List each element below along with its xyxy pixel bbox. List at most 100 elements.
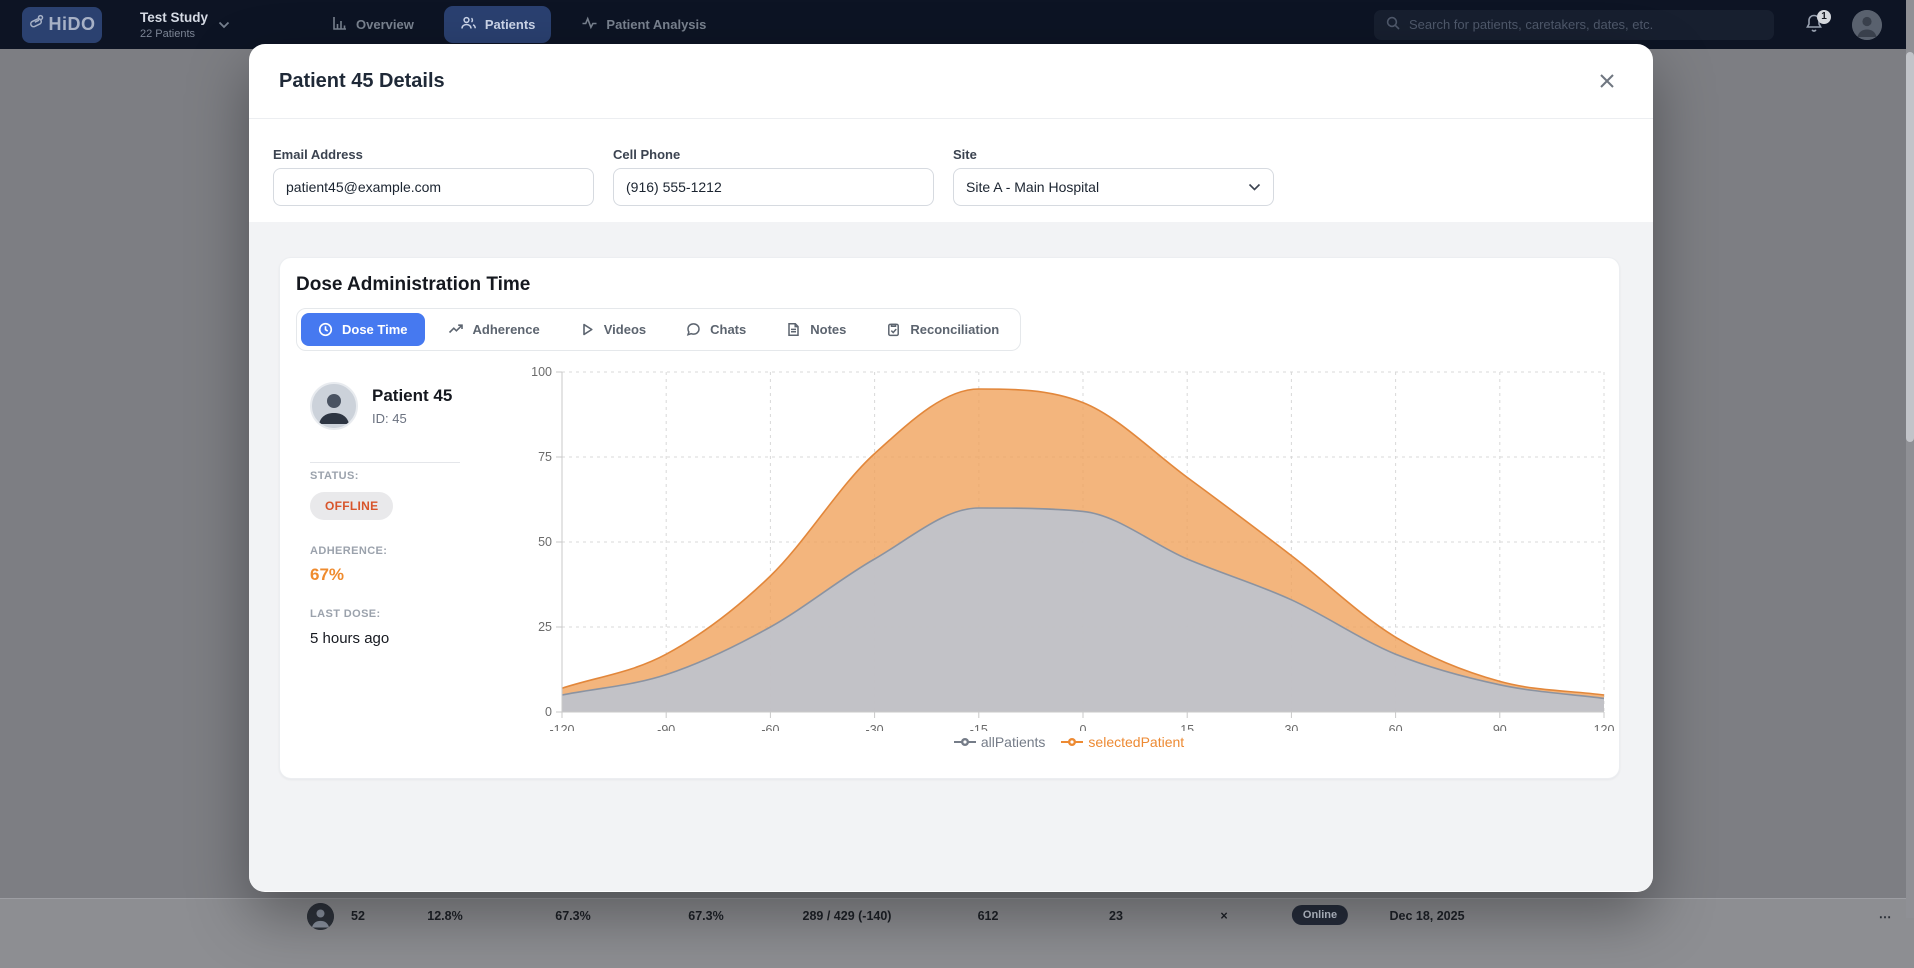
row-cell-count-2: 23 (1109, 909, 1123, 923)
patient-form: Email Address Cell Phone Site Site A - M… (249, 119, 1653, 222)
card-tab-bar: Dose Time Adherence Videos (296, 308, 1021, 351)
svg-text:30: 30 (1284, 723, 1298, 731)
page-scrollbar[interactable] (1906, 0, 1914, 918)
patient-details-modal: Patient 45 Details Email Address Cell Ph… (249, 44, 1653, 892)
search-icon (1386, 16, 1400, 33)
phone-field[interactable] (613, 168, 934, 206)
svg-text:0: 0 (1080, 723, 1087, 731)
study-patient-count: 22 Patients (140, 28, 208, 40)
svg-text:75: 75 (538, 450, 552, 464)
user-avatar[interactable] (1852, 10, 1882, 40)
person-icon (1852, 10, 1882, 40)
patient-status-badge: OFFLINE (310, 492, 393, 520)
note-icon (786, 322, 801, 337)
chevron-down-icon (218, 16, 230, 34)
tab-adherence[interactable]: Adherence (431, 313, 557, 346)
patient-id: ID: 45 (372, 411, 452, 426)
nav-tab-bar: Overview Patients Patient Analysis (316, 6, 722, 43)
patient-name: Patient 45 (372, 386, 452, 406)
svg-text:50: 50 (538, 535, 552, 549)
last-dose-value: 5 hours ago (310, 630, 389, 647)
svg-text:15: 15 (1180, 723, 1194, 731)
tab-dose-time[interactable]: Dose Time (301, 313, 425, 346)
tab-reconciliation[interactable]: Reconciliation (869, 313, 1016, 346)
svg-text:0: 0 (545, 705, 552, 719)
row-cell-id: 52 (351, 909, 365, 923)
svg-text:120: 120 (1594, 723, 1614, 731)
status-badge: Online (1292, 905, 1348, 925)
svg-text:100: 100 (531, 365, 552, 379)
tab-chats[interactable]: Chats (669, 313, 763, 346)
legend-item-allPatients[interactable]: allPatients (954, 734, 1046, 750)
site-select[interactable]: Site A - Main Hospital (953, 168, 1274, 206)
bar-chart-icon (332, 15, 348, 34)
phone-field-group: Cell Phone (613, 147, 934, 206)
modal-header: Patient 45 Details (249, 44, 1653, 119)
svg-text:25: 25 (538, 620, 552, 634)
last-dose-label: LAST DOSE: (310, 608, 381, 620)
card-title: Dose Administration Time (296, 274, 530, 296)
dose-time-chart[interactable]: 0 25 50 75 100 -120 -90 -60 -30 -15 0 15 30 60 90 120 a… (524, 356, 1614, 756)
svg-text:-30: -30 (866, 723, 884, 731)
dose-admin-card: Dose Administration Time Dose Time Adher… (279, 257, 1620, 779)
logo-text: HiDO (49, 14, 96, 35)
row-actions-menu[interactable]: ⋯ (1879, 909, 1892, 924)
trending-up-icon (448, 322, 464, 337)
email-field-group: Email Address (273, 147, 594, 206)
chart-legend: allPatients selectedPatient (524, 734, 1614, 750)
person-photo-icon (312, 384, 356, 428)
row-cell-doses: 289 / 429 (-140) (803, 909, 892, 923)
play-icon (580, 322, 595, 337)
legend-item-selectedPatient[interactable]: selectedPatient (1061, 734, 1184, 750)
top-navbar: HiDO Test Study 22 Patients Overview (0, 0, 1914, 49)
adherence-label: ADHERENCE: (310, 545, 387, 557)
chevron-down-icon (1248, 183, 1261, 191)
nav-tab-overview[interactable]: Overview (316, 6, 430, 43)
row-patient-avatar (307, 903, 334, 930)
site-field-group: Site Site A - Main Hospital (953, 147, 1274, 206)
global-search-input[interactable]: Search for patients, caretakers, dates, … (1374, 10, 1774, 40)
legend-marker-icon (954, 737, 976, 747)
row-cell-count-1: 612 (978, 909, 999, 923)
legend-marker-icon (1061, 737, 1083, 747)
tab-videos[interactable]: Videos (563, 313, 663, 346)
tab-notes[interactable]: Notes (769, 313, 863, 346)
nav-tab-patients[interactable]: Patients (444, 6, 552, 43)
clipboard-check-icon (886, 322, 901, 337)
svg-text:-90: -90 (657, 723, 675, 731)
patient-avatar (310, 382, 358, 430)
svg-text:-60: -60 (761, 723, 779, 731)
search-placeholder: Search for patients, caretakers, dates, … (1409, 17, 1653, 32)
row-cell-percent-3: 67.3% (688, 909, 723, 923)
row-cell-date: Dec 18, 2025 (1389, 909, 1464, 923)
modal-title: Patient 45 Details (279, 70, 445, 93)
clock-icon (318, 322, 333, 337)
modal-body: Dose Administration Time Dose Time Adher… (249, 222, 1653, 891)
svg-text:90: 90 (1493, 723, 1507, 731)
status-label: STATUS: (310, 470, 359, 482)
close-button[interactable] (1591, 65, 1623, 97)
divider (310, 462, 460, 463)
nav-tab-patient-analysis[interactable]: Patient Analysis (565, 6, 722, 43)
scrollbar-thumb[interactable] (1906, 52, 1914, 442)
svg-text:-15: -15 (970, 723, 988, 731)
notification-count-badge: 1 (1817, 10, 1831, 24)
email-field[interactable] (273, 168, 594, 206)
svg-text:-120: -120 (549, 723, 574, 731)
area-chart: 0 25 50 75 100 -120 -90 -60 -30 -15 0 15 30 60 90 120 (524, 356, 1614, 731)
svg-text:60: 60 (1389, 723, 1403, 731)
notifications-button[interactable]: 1 (1804, 13, 1826, 37)
app-logo[interactable]: HiDO (22, 7, 102, 43)
row-cell-percent-2: 67.3% (555, 909, 590, 923)
pill-icon (29, 14, 45, 35)
activity-icon (581, 15, 598, 34)
site-label: Site (953, 147, 1274, 162)
chat-bubble-icon (686, 322, 701, 337)
study-selector[interactable]: Test Study 22 Patients (140, 10, 230, 40)
row-cell-percent-1: 12.8% (427, 909, 462, 923)
close-icon (1597, 71, 1617, 91)
background-table-row: 52 12.8% 67.3% 67.3% 289 / 429 (-140) 61… (0, 898, 1914, 968)
users-icon (460, 15, 477, 34)
adherence-value: 67% (310, 565, 344, 585)
row-cell-x: × (1220, 909, 1227, 923)
